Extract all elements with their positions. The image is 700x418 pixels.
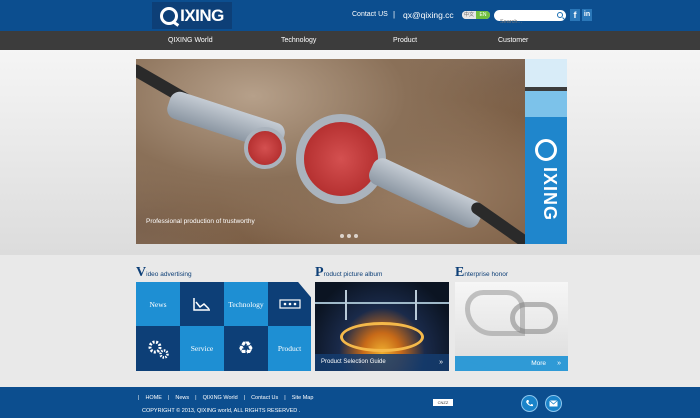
enterprise-honor-title: Enterprise honor [455,265,508,281]
main-nav: QIXING World Technology Product Customer [0,31,700,50]
connector-tile[interactable] [268,282,311,326]
mail-icon [549,400,558,407]
gears-tile[interactable] [136,326,180,371]
logo-text: IXING [180,5,224,25]
cnzz-badge[interactable]: CNZZ [433,399,453,406]
enterprise-title-rest: nterprise honor [464,271,509,278]
news-tile[interactable]: News [136,282,180,326]
header-separator: | [393,10,396,19]
video-advertising-title: Video advertising [136,265,192,281]
footer-link-qixing-world[interactable]: QIXING World [203,395,238,401]
search-box[interactable] [494,10,566,28]
news-tile-label: News [149,299,167,309]
phone-icon [526,400,533,407]
search-input[interactable] [494,16,554,28]
product-album-image[interactable]: Product Selection Guide » [315,282,449,371]
phone-button[interactable] [521,395,538,412]
side-logo: IXING [529,139,563,239]
footer-link-contact-us[interactable]: Contact Us [251,395,278,401]
recycle-tile[interactable]: ♻ [224,326,268,371]
mail-button[interactable] [545,395,562,412]
search-icon[interactable] [557,12,563,18]
product-title-initial: P [315,265,324,280]
email-link[interactable]: qx@qixing.cc [403,10,454,20]
video-title-initial: V [136,265,147,280]
technology-tile-label: Technology [228,299,264,309]
enterprise-honor-image[interactable]: More » [455,282,568,371]
lang-en-option[interactable]: EN [476,11,490,19]
linkedin-icon[interactable]: in [582,9,592,21]
connector-icon [278,299,301,309]
video-title-rest: ideo advertising [146,271,192,278]
service-tile[interactable]: Service [180,326,224,371]
lang-cn-option[interactable]: 中文 [462,11,476,19]
gears-icon [148,340,169,359]
nav-item-customer[interactable]: Customer [498,31,528,50]
slide-dot[interactable] [347,234,351,238]
copyright-text: COPYRIGHT © 2013, QIXING world, ALL RIGH… [142,408,301,414]
more-arrow-icon: » [557,360,561,367]
product-tile-label: Product [277,344,302,353]
nav-item-technology[interactable]: Technology [281,31,316,50]
product-album-title: Product picture album [315,265,382,281]
more-link[interactable]: More » [455,356,568,371]
service-tile-label: Service [190,344,214,353]
footer: | HOME | News | QIXING World | Contact Us | … [0,387,700,418]
slide-dot[interactable] [340,234,344,238]
chart-tile[interactable] [180,282,224,326]
enterprise-title-initial: E [455,265,465,280]
footer-links: | HOME | News | QIXING World | Contact Us | … [138,395,314,401]
video-tile-grid: News Technology Service ♻ Product [136,282,311,371]
more-label: More [531,360,546,367]
recycle-icon: ♻ [237,338,255,359]
logo-q-icon [160,6,179,25]
technology-tile[interactable]: Technology [224,282,268,326]
contact-us-link[interactable]: Contact US [352,11,388,18]
chart-icon [193,298,210,311]
banner-caption: Professional production of trustworthy [146,218,255,225]
product-guide-label: Product Selection Guide [321,359,386,365]
nav-item-qixing-world[interactable]: QIXING World [168,31,213,50]
product-guide-bar[interactable]: Product Selection Guide » [315,354,449,371]
logo[interactable]: IXING [152,2,232,29]
banner-slide-image[interactable] [136,59,525,244]
nav-item-product[interactable]: Product [393,31,417,50]
slide-dot[interactable] [354,234,358,238]
footer-link-home[interactable]: HOME [145,395,162,401]
side-logo-q-icon [535,139,557,161]
product-guide-arrow-icon[interactable]: » [439,354,443,371]
footer-link-site-map[interactable]: Site Map [292,395,314,401]
banner-side-panel: IXING [525,59,567,244]
facebook-icon[interactable]: f [570,9,580,21]
side-logo-text: IXING [540,167,560,222]
product-title-rest: roduct picture album [323,271,383,278]
product-tile[interactable]: Product [268,326,311,371]
header: IXING Contact US | qx@qixing.cc 中文 EN f … [0,0,700,31]
footer-link-news[interactable]: News [175,395,189,401]
language-switch[interactable]: 中文 EN [462,11,490,19]
